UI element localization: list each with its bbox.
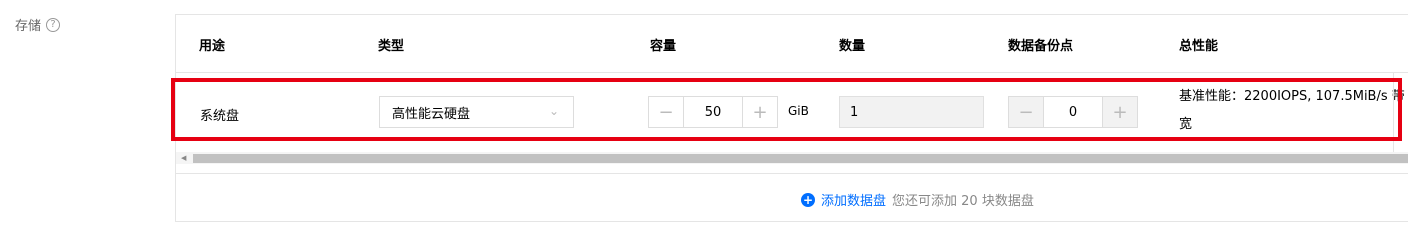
capacity-input[interactable]: 50 xyxy=(683,97,743,127)
scrollbar-thumb[interactable] xyxy=(193,154,1408,163)
performance-cell: 基准性能：2200IOPS, 107.5MiB/s 带宽 xyxy=(1179,89,1405,132)
table-row: 系统盘 高性能云硬盘 ⌄ − 50 + GiB 1 − 0 + 基准性能：220… xyxy=(176,73,1405,153)
backup-input[interactable]: 0 xyxy=(1043,97,1103,127)
add-circle-icon[interactable]: + xyxy=(801,192,815,207)
add-data-disk-row: + 添加数据盘 您还可添加 20 块数据盘 xyxy=(801,190,1034,209)
add-data-disk-link[interactable]: 添加数据盘 xyxy=(821,190,886,209)
add-data-disk-area: + 添加数据盘 您还可添加 20 块数据盘 xyxy=(176,173,1408,222)
horizontal-scrollbar[interactable]: ◀ xyxy=(176,152,1408,164)
header-quantity: 数量 xyxy=(839,39,866,54)
header-usage: 用途 xyxy=(199,39,226,54)
column-divider xyxy=(1393,73,1394,153)
chevron-down-icon: ⌄ xyxy=(549,104,560,118)
disk-type-value: 高性能云硬盘 xyxy=(392,106,471,122)
quantity-value: 1 xyxy=(850,104,859,120)
capacity-decrement-button[interactable]: − xyxy=(649,97,683,127)
capacity-unit: GiB xyxy=(788,104,809,118)
add-data-disk-hint: 您还可添加 20 块数据盘 xyxy=(892,194,1034,209)
backup-increment-button[interactable]: + xyxy=(1103,97,1137,127)
backup-stepper[interactable]: − 0 + xyxy=(1008,96,1138,128)
usage-cell: 系统盘 xyxy=(200,109,240,124)
storage-table-panel: 用途 类型 容量 数量 数据备份点 总性能 系统盘 高性能云硬盘 ⌄ − 50 … xyxy=(175,14,1408,222)
capacity-increment-button[interactable]: + xyxy=(743,97,777,127)
backup-decrement-button[interactable]: − xyxy=(1009,97,1043,127)
header-type: 类型 xyxy=(378,39,405,54)
scroll-left-icon[interactable]: ◀ xyxy=(181,154,189,162)
storage-label: 存储 xyxy=(15,19,42,34)
storage-label-row: 存储 ? xyxy=(15,15,61,34)
help-icon[interactable]: ? xyxy=(46,17,61,32)
header-capacity: 容量 xyxy=(650,39,677,54)
capacity-stepper[interactable]: − 50 + xyxy=(648,96,778,128)
disk-type-select[interactable]: 高性能云硬盘 ⌄ xyxy=(379,96,574,128)
header-performance: 总性能 xyxy=(1179,39,1219,54)
header-backup: 数据备份点 xyxy=(1008,39,1074,54)
table-header: 用途 类型 容量 数量 数据备份点 总性能 xyxy=(176,15,1408,73)
quantity-field: 1 xyxy=(839,96,984,128)
